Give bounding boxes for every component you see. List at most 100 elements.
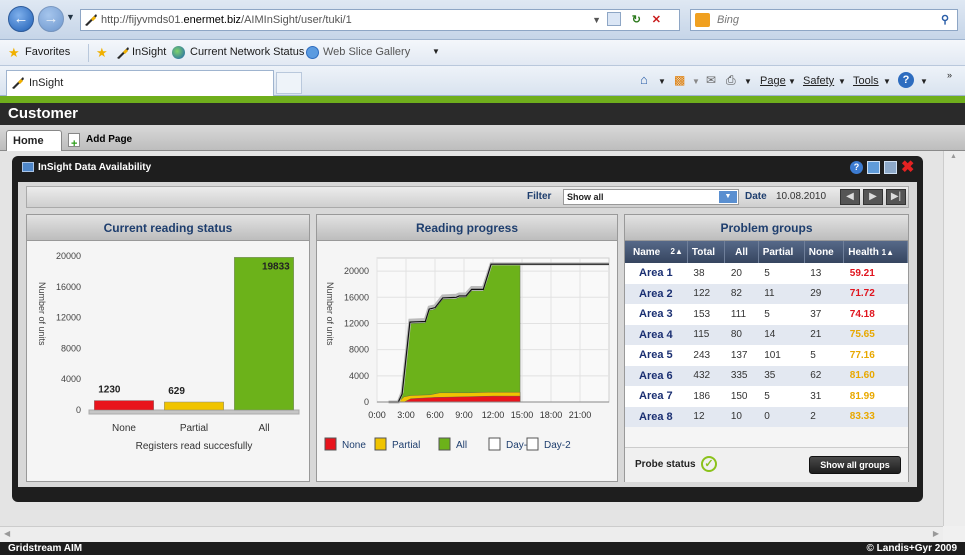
problem-groups-table: Name 2▲ Total All Partial None Health 1▲… (625, 241, 908, 427)
legend-label: Day-2 (544, 440, 571, 451)
app-header: Customer (0, 103, 965, 125)
legend-label: None (342, 440, 366, 451)
widget-icon (22, 162, 34, 172)
table-row[interactable]: Area 1 38 20 5 13 59.21 (625, 263, 908, 284)
area-name[interactable]: Area 1 (625, 263, 688, 284)
previous-date-button[interactable]: ◀ (840, 189, 860, 205)
area-name[interactable]: Area 3 (625, 304, 688, 325)
area-name[interactable]: Area 4 (625, 324, 688, 345)
favorite-network-status-link[interactable]: Current Network Status (190, 46, 304, 58)
column-header-name[interactable]: Name 2▲ (625, 241, 688, 263)
chevron-down-icon: ▼ (838, 77, 846, 86)
partial-cell: 5 (758, 304, 805, 325)
bar-value-label: 19833 (262, 261, 290, 272)
area-name[interactable]: Area 7 (625, 386, 688, 407)
forward-icon[interactable]: → (38, 6, 64, 32)
y-axis-label: Number of units (325, 282, 335, 346)
horizontal-scrollbar[interactable]: ◀ ▶ (0, 526, 943, 542)
partial-cell: 35 (758, 365, 805, 386)
column-header-all[interactable]: All (724, 241, 759, 263)
divider (88, 44, 89, 62)
back-icon[interactable]: ← (8, 6, 34, 32)
browser-tab[interactable]: InSight (6, 70, 274, 96)
tools-menu[interactable]: Tools (853, 75, 879, 87)
next-date-button[interactable]: ▶ (863, 189, 883, 205)
widget-help-icon[interactable]: ? (850, 161, 863, 174)
feeds-icon[interactable]: ▩ (674, 73, 685, 87)
filter-select[interactable]: Show all ▼ (563, 189, 739, 205)
health-cell: 59.21 (843, 263, 908, 284)
table-row[interactable]: Area 5 243 137 101 5 77.16 (625, 345, 908, 366)
mail-icon[interactable]: ✉ (706, 73, 716, 87)
new-tab-button[interactable] (276, 72, 302, 94)
table-row[interactable]: Area 4 115 80 14 21 75.65 (625, 324, 908, 345)
none-cell: 29 (804, 283, 844, 304)
favorite-web-slice-gallery[interactable]: Web Slice Gallery (323, 46, 410, 58)
scroll-left-icon[interactable]: ◀ (4, 529, 10, 538)
widget-close-icon[interactable]: ✖ (901, 157, 914, 177)
refresh-icon[interactable]: ↻ (632, 10, 641, 30)
address-dropdown-icon[interactable]: ▼ (592, 10, 601, 30)
column-header-health[interactable]: Health 1▲ (843, 241, 908, 263)
safety-menu[interactable]: Safety (803, 75, 834, 87)
area-name[interactable]: Area 2 (625, 283, 688, 304)
table-row[interactable]: Area 2 122 82 11 29 71.72 (625, 283, 908, 304)
browser-tab-title: InSight (29, 77, 64, 89)
overflow-chevron-icon[interactable]: » (947, 70, 952, 80)
filter-value: Show all (567, 192, 604, 202)
search-input[interactable]: Bing ⚲ (690, 9, 958, 31)
bar-value-label: 1230 (98, 385, 121, 396)
area-name[interactable]: Area 8 (625, 406, 688, 427)
chevron-down-icon[interactable]: ▼ (658, 77, 666, 86)
chevron-down-icon[interactable]: ▼ (692, 77, 700, 86)
help-icon[interactable]: ? (898, 72, 914, 88)
total-cell: 115 (687, 324, 725, 345)
favorite-insight-link[interactable]: InSight (132, 46, 166, 58)
page-menu[interactable]: Page (760, 75, 786, 87)
favorites-button[interactable]: Favorites (25, 46, 70, 58)
chevron-down-icon[interactable]: ▼ (744, 77, 752, 86)
scroll-right-icon[interactable]: ▶ (933, 529, 939, 538)
compatibility-view-icon[interactable] (607, 12, 621, 26)
column-header-partial[interactable]: Partial (758, 241, 805, 263)
add-page-button[interactable]: Add Page (86, 134, 132, 145)
table-row[interactable]: Area 7 186 150 5 31 81.99 (625, 386, 908, 407)
total-cell: 186 (687, 386, 725, 407)
vertical-scrollbar[interactable]: ▲ (943, 151, 965, 526)
all-cell: 137 (724, 345, 759, 366)
table-row[interactable]: Area 6 432 335 35 62 81.60 (625, 365, 908, 386)
stop-icon[interactable]: ✕ (652, 10, 661, 30)
address-bar[interactable]: http://fijyvmds01.enermet.biz/AIMInSight… (80, 9, 680, 31)
chevron-down-icon[interactable]: ▼ (432, 47, 440, 56)
insight-favicon-icon (117, 47, 129, 59)
browser-address-row: ← → ▼ http://fijyvmds01.enermet.biz/AIMI… (0, 0, 965, 40)
last-date-button[interactable]: ▶| (886, 189, 906, 205)
scroll-up-icon[interactable]: ▲ (950, 153, 957, 160)
area-name[interactable]: Area 5 (625, 345, 688, 366)
y-tick-label: 12000 (56, 313, 81, 323)
add-favorite-icon[interactable]: ★ (96, 45, 108, 61)
search-icon[interactable]: ⚲ (941, 10, 949, 30)
y-tick-label: 8000 (61, 343, 81, 353)
chevron-down-icon[interactable]: ▼ (920, 77, 928, 86)
widget-edit-icon[interactable] (867, 161, 880, 174)
widget-settings-icon[interactable] (884, 161, 897, 174)
home-icon[interactable]: ⌂ (640, 72, 648, 87)
column-header-none[interactable]: None (804, 241, 845, 263)
chevron-down-icon[interactable]: ▼ (719, 191, 737, 203)
partial-cell: 14 (758, 324, 805, 345)
column-header-total[interactable]: Total (687, 241, 726, 263)
all-cell: 82 (724, 283, 759, 304)
reading-progress-chart: 0 4000 8000 12000 16000 20000 0:00 3:00 6:00 9:00… (324, 257, 610, 451)
show-all-groups-button[interactable]: Show all groups (809, 456, 901, 474)
table-row[interactable]: Area 3 153 111 5 37 74.18 (625, 304, 908, 325)
app-footer: Gridstream AIM © Landis+Gyr 2009 (0, 542, 965, 555)
area-name[interactable]: Area 6 (625, 365, 688, 386)
y-tick-label: 12000 (344, 318, 369, 328)
print-icon[interactable]: ⎙ (726, 73, 736, 88)
history-dropdown-icon[interactable]: ▼ (66, 12, 75, 22)
y-tick-label: 20000 (344, 266, 369, 276)
table-row[interactable]: Area 8 12 10 0 2 83.33 (625, 406, 908, 427)
tab-home[interactable]: Home (6, 130, 62, 152)
x-tick-label: 21:00 (569, 410, 592, 420)
